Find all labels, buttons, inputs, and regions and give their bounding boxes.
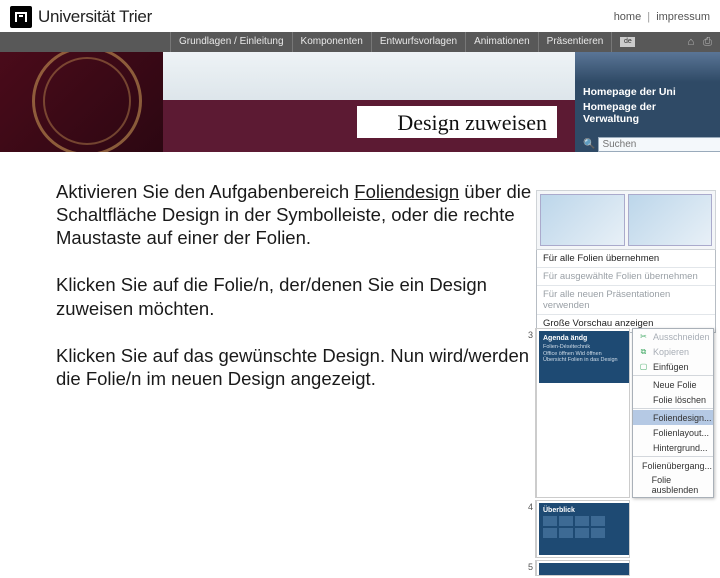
design-dropdown-menu: Für alle Folien übernehmen Für ausgewähl… [536,250,716,333]
logo: Universität Trier [10,6,152,28]
seal-icon [32,52,142,152]
ctx-sep [633,375,713,376]
slide-holder: Agenda ändg Folien-Désétechnik Office öf… [536,328,630,498]
paragraph-3: Klicken Sie auf das gewünschte Design. N… [56,344,546,390]
toolbar-icons: ⌂ ⎙ [687,36,715,49]
paragraph-1: Aktivieren Sie den Aufgabenbereich Folie… [56,180,546,249]
slide-sorter-panel: 3 Agenda ändg Folien-Désétechnik Office … [526,328,716,578]
ctx-hintergrund[interactable]: Hintergrund... [633,440,713,455]
page-title-wrap: Design zuweisen [163,100,575,144]
impressum-link[interactable]: impressum [656,11,710,23]
menu-item-komponenten[interactable]: Komponenten [293,32,372,52]
design-option-all[interactable]: Für alle Folien übernehmen [537,250,715,268]
hero-sidebar-gradient [575,52,720,82]
slide-bullet: Folien-Désétechnik [543,344,625,351]
ctx-foliendesign[interactable]: Foliendesign... [633,410,713,425]
slide-title: Überblick [543,507,625,514]
ctx-cut: ✂Ausschneiden [633,329,713,344]
slide-holder [536,560,630,576]
menu-item-animationen[interactable]: Animationen [466,32,539,52]
utility-separator: | [647,11,650,23]
page-title: Design zuweisen [357,106,557,138]
slide-row: 3 Agenda ändg Folien-Désétechnik Office … [526,328,716,498]
ctx-ausblenden[interactable]: Folie ausblenden [633,473,713,497]
design-option-newpres: Für alle neuen Präsentationen verwenden [537,286,715,315]
cut-icon: ✂ [638,331,649,342]
context-menu: ✂Ausschneiden ⧉Kopieren ▢Einfügen Neue F… [632,328,714,498]
paste-icon: ▢ [638,361,649,372]
copy-icon: ⧉ [638,346,649,357]
slide-thumb[interactable]: Agenda ändg Folien-Désétechnik Office öf… [539,331,629,383]
p1-a: Aktivieren Sie den Aufgabenbereich [56,181,354,202]
logo-badge-icon [10,6,32,28]
menu-item-praesentieren[interactable]: Präsentieren [539,32,613,52]
design-thumb[interactable] [628,194,713,246]
hero-seal-panel [0,52,163,152]
ctx-sep [633,408,713,409]
ctx-copy: ⧉Kopieren [633,344,713,359]
thumb-grid [543,528,625,538]
menu-item-entwurfsvorlagen[interactable]: Entwurfsvorlagen [372,32,466,52]
p1-underline: Foliendesign [354,181,459,202]
search-wrap: 🔍 [583,137,712,152]
slide-row: 4 Überblick [526,500,716,558]
link-homepage-verwaltung[interactable]: Homepage der Verwaltung [583,101,712,125]
slide-number: 4 [526,500,536,558]
design-thumbnails [536,190,716,250]
topbar: Universität Trier home | impressum [0,0,720,32]
slide-number: 3 [526,328,536,498]
ctx-delete-slide[interactable]: Folie löschen [633,392,713,407]
ctx-uebergang[interactable]: Folienübergang... [633,458,713,473]
ctx-sep [633,456,713,457]
search-icon: 🔍 [583,139,595,150]
paragraph-2: Klicken Sie auf die Folie/n, der/denen S… [56,273,546,319]
language-flag[interactable]: de [620,37,635,47]
ctx-folienlayout[interactable]: Folienlayout... [633,425,713,440]
ctx-new-slide[interactable]: Neue Folie [633,377,713,392]
search-input[interactable] [598,137,720,152]
slide-bullet: Übersicht Folien in das Design [543,357,625,364]
slide-thumb[interactable] [539,563,629,576]
hero-sidebar: Homepage der Uni Homepage der Verwaltung… [575,52,720,152]
thumb-grid [543,516,625,526]
ctx-paste[interactable]: ▢Einfügen [633,359,713,374]
design-dropdown-panel: Für alle Folien übernehmen Für ausgewähl… [536,190,716,333]
design-thumb[interactable] [540,194,625,246]
utility-links: home | impressum [614,11,710,23]
design-option-selected: Für ausgewählte Folien übernehmen [537,268,715,286]
hero: Design zuweisen Homepage der Uni Homepag… [0,52,720,152]
slide-row: 5 [526,560,716,576]
menubar: Grundlagen / Einleitung Komponenten Entw… [0,32,720,52]
hero-mid: Design zuweisen [163,52,575,152]
slide-title: Agenda ändg [543,335,625,342]
slide-thumb[interactable]: Überblick [539,503,629,555]
logo-text: Universität Trier [38,7,152,27]
home-link[interactable]: home [614,11,642,23]
slide-holder: Überblick [536,500,630,558]
menu-item-grundlagen[interactable]: Grundlagen / Einleitung [170,32,293,52]
slide-number: 5 [526,560,536,576]
link-homepage-uni[interactable]: Homepage der Uni [583,86,712,98]
